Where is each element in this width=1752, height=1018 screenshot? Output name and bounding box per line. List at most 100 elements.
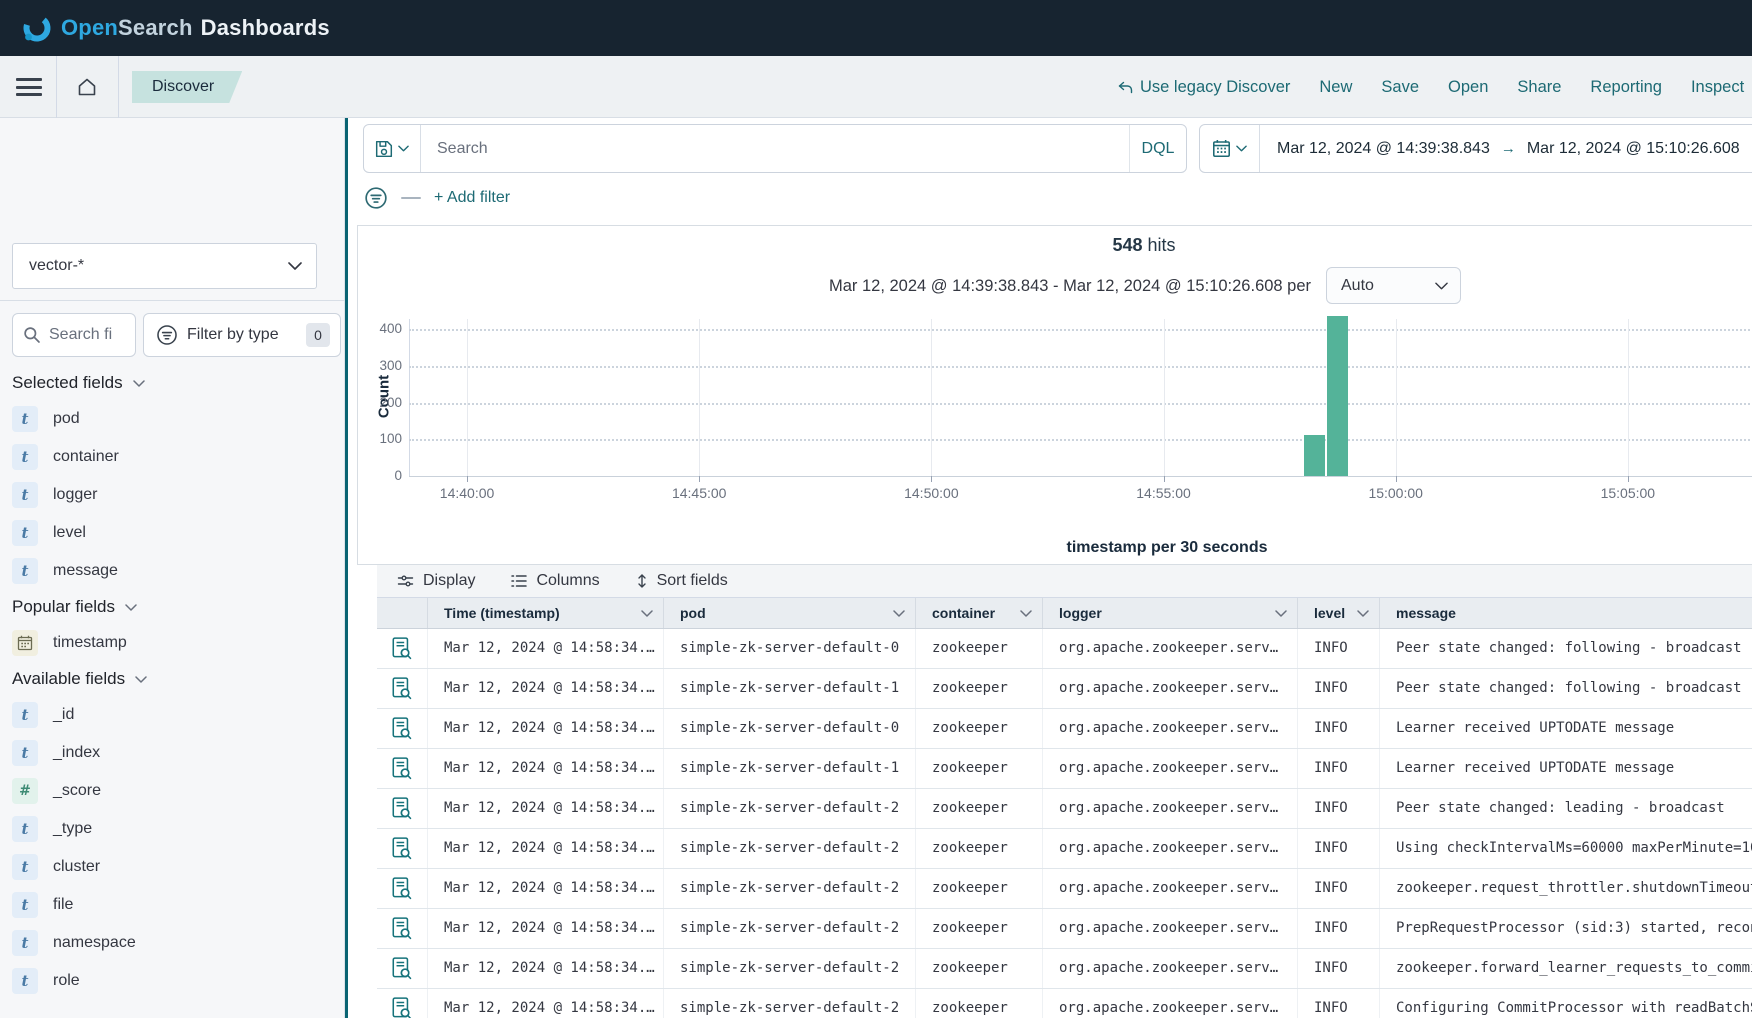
- nav-link-save[interactable]: Save: [1381, 78, 1419, 97]
- sidebar-resize-handle[interactable]: [345, 118, 348, 1018]
- header-cell-pod[interactable]: pod: [664, 598, 916, 628]
- toolbar-display-button[interactable]: Display: [397, 572, 475, 590]
- y-tick-label: 400: [358, 321, 402, 336]
- field-name: _score: [53, 782, 101, 800]
- cell-container: zookeeper: [916, 989, 1043, 1018]
- expand-row-button[interactable]: [392, 797, 412, 821]
- chevron-down-icon: [288, 262, 302, 270]
- section-header-selected-fields[interactable]: Selected fields: [0, 366, 345, 400]
- cell-level: INFO: [1298, 989, 1380, 1018]
- field-item-role[interactable]: trole: [0, 962, 345, 1000]
- expand-row-button[interactable]: [392, 677, 412, 701]
- cell-container: zookeeper: [916, 829, 1043, 868]
- nav-link-new[interactable]: New: [1319, 78, 1352, 97]
- field-search-input[interactable]: [49, 326, 136, 344]
- histogram-bar[interactable]: [1327, 316, 1348, 476]
- table-row: Mar 12, 2024 @ 14:58:34.…simple-zk-serve…: [377, 629, 1752, 669]
- expand-row-button[interactable]: [392, 917, 412, 941]
- divider: [401, 197, 421, 199]
- header-cell-container[interactable]: container: [916, 598, 1043, 628]
- expand-row-button[interactable]: [392, 837, 412, 861]
- field-item-id[interactable]: t_id: [0, 696, 345, 734]
- cell-time: Mar 12, 2024 @ 14:58:34.…: [428, 789, 664, 828]
- nav-link-inspect[interactable]: Inspect: [1691, 78, 1744, 97]
- field-item-score[interactable]: #_score: [0, 772, 345, 810]
- expand-row-button[interactable]: [392, 637, 412, 661]
- filter-by-type-button[interactable]: Filter by type 0: [143, 313, 341, 357]
- field-item-type[interactable]: t_type: [0, 810, 345, 848]
- cell-logger: org.apache.zookeeper.serv…: [1043, 869, 1298, 908]
- inspect-document-icon: [392, 877, 412, 901]
- field-item-timestamp[interactable]: timestamp: [0, 624, 345, 662]
- date-range[interactable]: Mar 12, 2024 @ 14:39:38.843 → Mar 12, 20…: [1260, 125, 1752, 172]
- cell-pod: simple-zk-server-default-2: [664, 789, 916, 828]
- filter-icon: [156, 324, 178, 346]
- search-input[interactable]: [421, 125, 1129, 172]
- field-name: namespace: [53, 934, 136, 952]
- histogram-bar[interactable]: [1304, 435, 1325, 476]
- expand-cell: [377, 749, 428, 788]
- field-item-pod[interactable]: tpod: [0, 400, 345, 438]
- expand-cell: [377, 949, 428, 988]
- dql-language-button[interactable]: DQL: [1129, 125, 1186, 172]
- section-header-available-fields[interactable]: Available fields: [0, 662, 345, 696]
- breadcrumb-discover[interactable]: Discover: [132, 71, 242, 103]
- chevron-down-icon: [1020, 610, 1032, 617]
- list-icon: [511, 574, 527, 588]
- cell-time: Mar 12, 2024 @ 14:58:34.…: [428, 949, 664, 988]
- cell-pod: simple-zk-server-default-2: [664, 949, 916, 988]
- field-item-level[interactable]: tlevel: [0, 514, 345, 552]
- field-item-message[interactable]: tmessage: [0, 552, 345, 590]
- toolbar-sort-fields-button[interactable]: Sort fields: [636, 572, 728, 590]
- field-name: pod: [53, 410, 80, 428]
- field-item-index[interactable]: t_index: [0, 734, 345, 772]
- date-quick-select-button[interactable]: [1200, 125, 1260, 172]
- nav-link-use-legacy-discover[interactable]: Use legacy Discover: [1118, 78, 1290, 97]
- menu-icon[interactable]: [16, 78, 42, 96]
- field-item-cluster[interactable]: tcluster: [0, 848, 345, 886]
- nav-link-reporting[interactable]: Reporting: [1590, 78, 1662, 97]
- index-pattern-select[interactable]: vector-*: [12, 243, 317, 289]
- header-cell-message[interactable]: message: [1380, 598, 1752, 628]
- expand-row-button[interactable]: [392, 717, 412, 741]
- cell-level: INFO: [1298, 749, 1380, 788]
- y-gridline: [409, 403, 1752, 405]
- field-type-date-badge: [12, 630, 38, 656]
- add-filter-button[interactable]: + Add filter: [434, 189, 510, 207]
- x-tick-mark: [1164, 476, 1165, 482]
- date-from[interactable]: Mar 12, 2024 @ 14:39:38.843: [1277, 140, 1490, 158]
- expand-cell: [377, 629, 428, 668]
- table-header-row: Time (timestamp)podcontainerloggerlevelm…: [377, 597, 1752, 629]
- x-gridline: [699, 319, 700, 476]
- nav-link-open[interactable]: Open: [1448, 78, 1488, 97]
- chevron-down-icon: [1236, 145, 1247, 152]
- field-name: _type: [53, 820, 92, 838]
- saved-query-button[interactable]: [364, 125, 421, 172]
- field-item-namespace[interactable]: t namespace: [0, 924, 345, 962]
- home-icon[interactable]: [74, 74, 100, 100]
- nav-link-share[interactable]: Share: [1517, 78, 1561, 97]
- field-item-container[interactable]: tcontainer: [0, 438, 345, 476]
- section-header-popular-fields[interactable]: Popular fields: [0, 590, 345, 624]
- field-type-string-badge: t: [12, 930, 38, 956]
- field-type-string-badge: t: [12, 520, 38, 546]
- toolbar-columns-button[interactable]: Columns: [511, 572, 599, 590]
- calendar-icon: [1212, 139, 1231, 158]
- cell-pod: simple-zk-server-default-2: [664, 909, 916, 948]
- table-row: Mar 12, 2024 @ 14:58:34.…simple-zk-serve…: [377, 989, 1752, 1018]
- expand-row-button[interactable]: [392, 877, 412, 901]
- expand-row-button[interactable]: [392, 957, 412, 981]
- header-cell-time-timestamp[interactable]: Time (timestamp): [428, 598, 664, 628]
- filter-icon[interactable]: [364, 186, 388, 210]
- date-to[interactable]: Mar 12, 2024 @ 15:10:26.608: [1527, 140, 1740, 158]
- expand-row-button[interactable]: [392, 757, 412, 781]
- field-item-file[interactable]: tfile: [0, 886, 345, 924]
- header-cell-level[interactable]: level: [1298, 598, 1380, 628]
- inspect-document-icon: [392, 917, 412, 941]
- table-toolbar: Display Columns Sort fields: [377, 565, 1752, 597]
- field-item-logger[interactable]: tlogger: [0, 476, 345, 514]
- expand-row-button[interactable]: [392, 997, 412, 1018]
- cell-container: zookeeper: [916, 669, 1043, 708]
- header-cell-logger[interactable]: logger: [1043, 598, 1298, 628]
- histogram-panel: 548 hits Mar 12, 2024 @ 14:39:38.843 - M…: [357, 225, 1752, 565]
